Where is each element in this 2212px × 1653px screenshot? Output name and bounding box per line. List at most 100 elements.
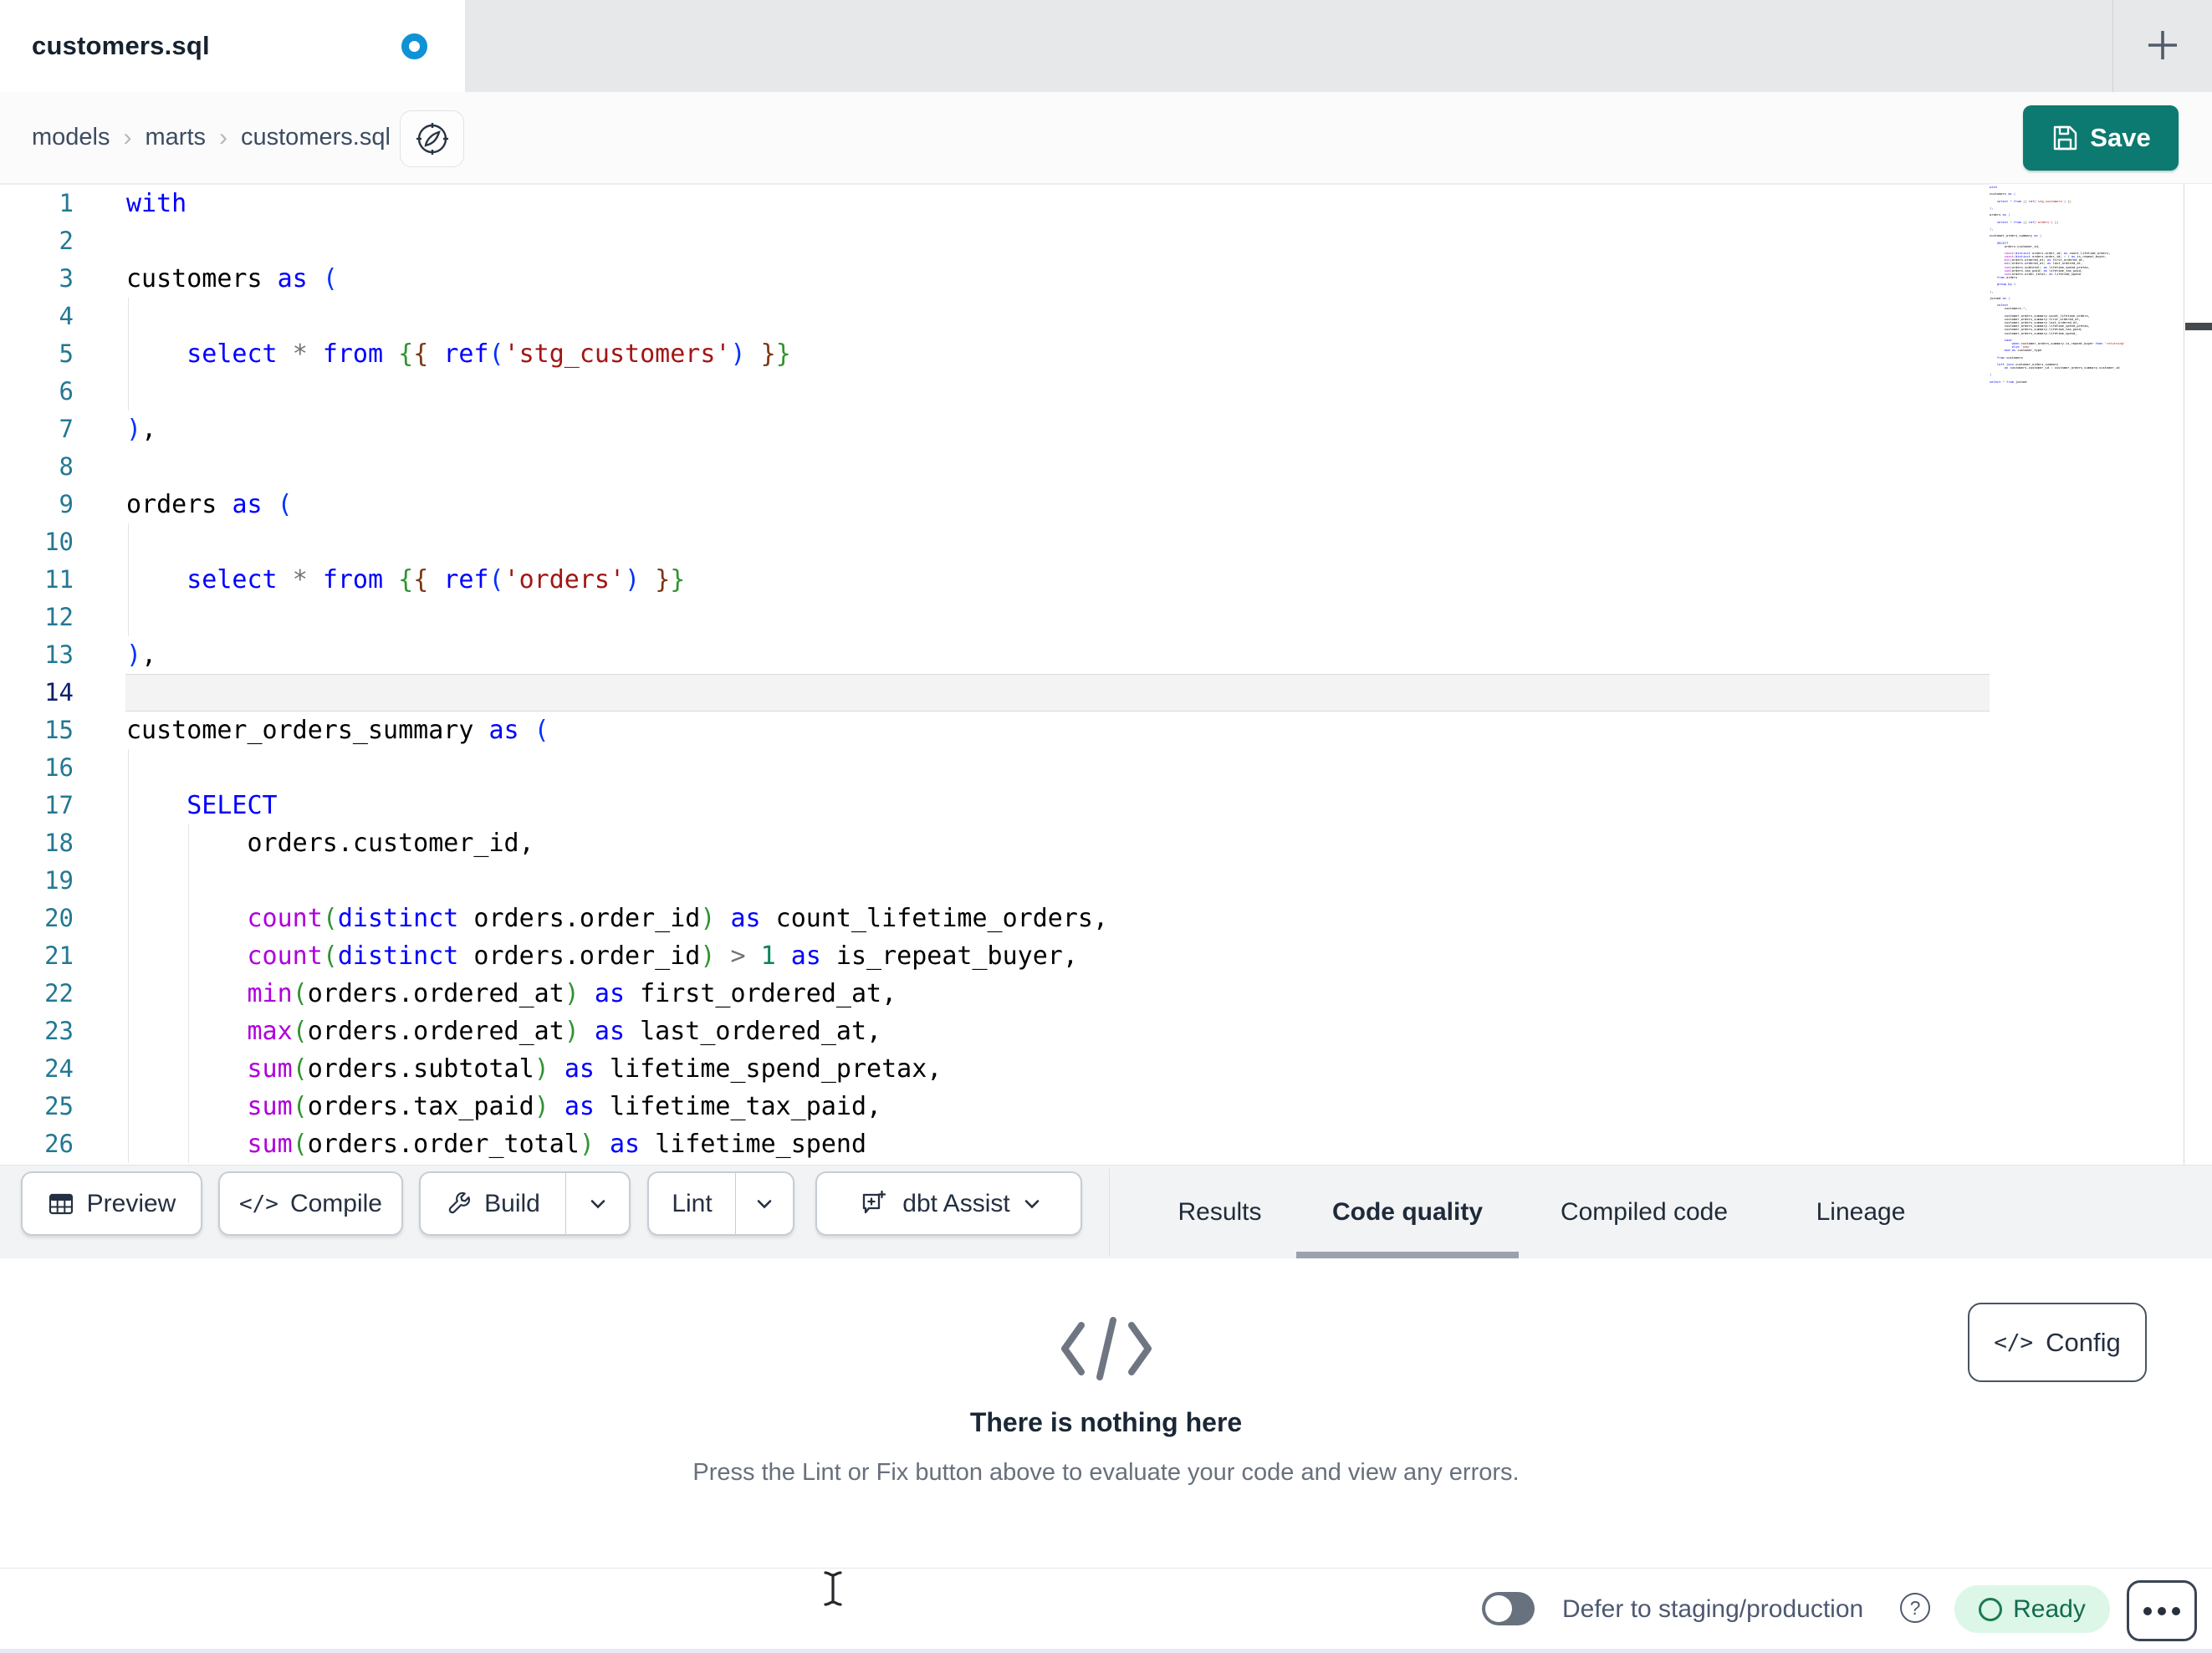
line-number: 26 [44, 1130, 74, 1158]
code-line[interactable]: 25 sum(orders.tax_paid) as lifetime_tax_… [0, 1088, 2212, 1125]
scroll-decoration-marker [2185, 323, 2212, 330]
preview-button[interactable]: Preview [21, 1171, 202, 1236]
config-button[interactable]: </> Config [1968, 1303, 2147, 1382]
code-line[interactable]: 22 min(orders.ordered_at) as first_order… [0, 975, 2212, 1013]
preview-button-label: Preview [86, 1189, 176, 1217]
line-number: 8 [59, 452, 74, 481]
tab-results[interactable]: Results [1143, 1166, 1296, 1259]
tab-customers-sql[interactable]: customers.sql [0, 0, 465, 92]
code-quality-panel: There is nothing here Press the Lint or … [0, 1258, 2212, 1568]
defer-label: Defer to staging/production [1562, 1594, 1864, 1623]
code-line[interactable]: 13), [0, 636, 2212, 674]
code-line-text: orders.customer_id, [126, 829, 534, 858]
tab-compiled-code[interactable]: Compiled code [1519, 1166, 1770, 1259]
line-number: 24 [44, 1054, 74, 1083]
explore-lineage-button[interactable] [400, 110, 464, 167]
dot-icon [2172, 1606, 2180, 1615]
code-line[interactable]: 7), [0, 411, 2212, 448]
code-line[interactable]: 3 customers as ( [0, 260, 2212, 298]
more-options-button[interactable] [2127, 1580, 2197, 1641]
code-line-text: select * from {{ ref('orders') }} [186, 565, 686, 594]
statusbar-bottom-edge [0, 1649, 2212, 1653]
line-number: 17 [44, 791, 74, 819]
compass-icon [416, 123, 448, 155]
code-line-text: select * from {{ ref('stg_customers') }} [186, 339, 791, 369]
new-tab-button[interactable] [2133, 15, 2193, 75]
empty-state-title: There is nothing here [969, 1407, 1243, 1437]
ready-circle-icon [1979, 1597, 2003, 1621]
toggle-knob [1485, 1595, 1512, 1622]
config-button-label: Config [2046, 1327, 2121, 1357]
status-badge: Ready [1954, 1585, 2110, 1633]
line-number: 15 [44, 716, 74, 744]
line-number: 11 [44, 565, 74, 594]
code-line[interactable]: 23 max(orders.ordered_at) as last_ordere… [0, 1013, 2212, 1050]
indent-guide [128, 523, 129, 561]
code-line[interactable]: 26 sum(orders.order_total) as lifetime_s… [0, 1125, 2212, 1163]
toolbar-divider [1109, 1169, 1110, 1256]
code-line[interactable]: 2 [0, 222, 2212, 260]
line-number: 5 [59, 339, 74, 368]
floppy-disk-icon [2054, 125, 2077, 151]
code-line[interactable]: 10 [0, 523, 2212, 561]
save-button[interactable]: Save [2023, 105, 2179, 171]
unsaved-changes-dot-icon [401, 33, 427, 59]
editor-minimap[interactable]: with customers as ( select * from {{ ref(… [1990, 184, 2184, 1165]
code-line[interactable]: 1 with [0, 185, 2212, 222]
build-split-button: Build [419, 1171, 631, 1236]
tab-lineage[interactable]: Lineage [1770, 1166, 1952, 1259]
breadcrumb-separator-icon: › [219, 123, 227, 151]
editor-toolbar: Preview </> Compile Build Lint dbt Assis… [0, 1165, 2212, 1259]
build-dropdown-button[interactable] [565, 1173, 629, 1234]
dot-icon [2143, 1606, 2152, 1615]
code-line-text: sum(orders.tax_paid) as lifetime_tax_pai… [247, 1092, 882, 1121]
code-editor[interactable]: 1 with 2 3 customers as ( 4 5 select * from {{… [0, 184, 2212, 1165]
indent-guide [128, 862, 129, 900]
code-line[interactable]: 19 [0, 862, 2212, 900]
line-number: 13 [44, 640, 74, 669]
code-line-text: sum(orders.order_total) as lifetime_spen… [247, 1130, 867, 1159]
compile-button-label: Compile [289, 1189, 382, 1217]
breadcrumb: models › marts › customers.sql Save [0, 92, 2212, 184]
code-line[interactable]: 12 [0, 599, 2212, 636]
editor-overview-ruler[interactable] [2184, 184, 2212, 1165]
build-button-label: Build [484, 1189, 540, 1217]
code-line[interactable]: 8 [0, 448, 2212, 486]
compile-button[interactable]: </> Compile [218, 1171, 403, 1236]
code-line[interactable]: 16 [0, 749, 2212, 787]
code-line[interactable]: 4 [0, 298, 2212, 335]
lint-button[interactable]: Lint [649, 1173, 735, 1234]
tab-code-quality[interactable]: Code quality [1296, 1166, 1519, 1259]
help-icon[interactable]: ? [1900, 1593, 1930, 1623]
ready-label: Ready [2013, 1594, 2086, 1623]
code-line[interactable]: 11 select * from {{ ref('orders') }} [0, 561, 2212, 599]
breadcrumb-models[interactable]: models [32, 124, 110, 151]
code-line[interactable]: 20 count(distinct orders.order_id) as co… [0, 900, 2212, 937]
code-line[interactable]: 17 SELECT [0, 787, 2212, 824]
defer-toggle[interactable] [1482, 1592, 1535, 1625]
code-line-text: orders as ( [126, 490, 293, 519]
line-number: 3 [59, 264, 74, 293]
line-number: 6 [59, 377, 74, 406]
code-line[interactable]: 14 [0, 674, 2212, 712]
text-cursor [824, 1571, 842, 1606]
code-line[interactable]: 9 orders as ( [0, 486, 2212, 523]
code-line[interactable]: 5 select * from {{ ref('stg_customers') … [0, 335, 2212, 373]
code-line[interactable]: 18 orders.customer_id, [0, 824, 2212, 862]
code-line[interactable]: 24 sum(orders.subtotal) as lifetime_spen… [0, 1050, 2212, 1088]
line-number: 4 [59, 302, 74, 330]
build-button[interactable]: Build [421, 1173, 565, 1234]
code-line-text: sum(orders.subtotal) as lifetime_spend_p… [247, 1054, 943, 1084]
code-line[interactable]: 6 [0, 373, 2212, 411]
line-number: 25 [44, 1092, 74, 1120]
code-line[interactable]: 21 count(distinct orders.order_id) > 1 a… [0, 937, 2212, 975]
chevron-down-icon [757, 1199, 772, 1208]
dbt-assist-button-label: dbt Assist [902, 1189, 1010, 1217]
chevron-down-icon [590, 1199, 605, 1208]
dbt-assist-button[interactable]: dbt Assist [815, 1171, 1082, 1236]
breadcrumb-separator-icon: › [123, 123, 132, 151]
lint-dropdown-button[interactable] [735, 1173, 793, 1234]
code-line-text: ), [126, 640, 157, 670]
code-line[interactable]: 15 customer_orders_summary as ( [0, 712, 2212, 749]
breadcrumb-marts[interactable]: marts [146, 124, 207, 151]
